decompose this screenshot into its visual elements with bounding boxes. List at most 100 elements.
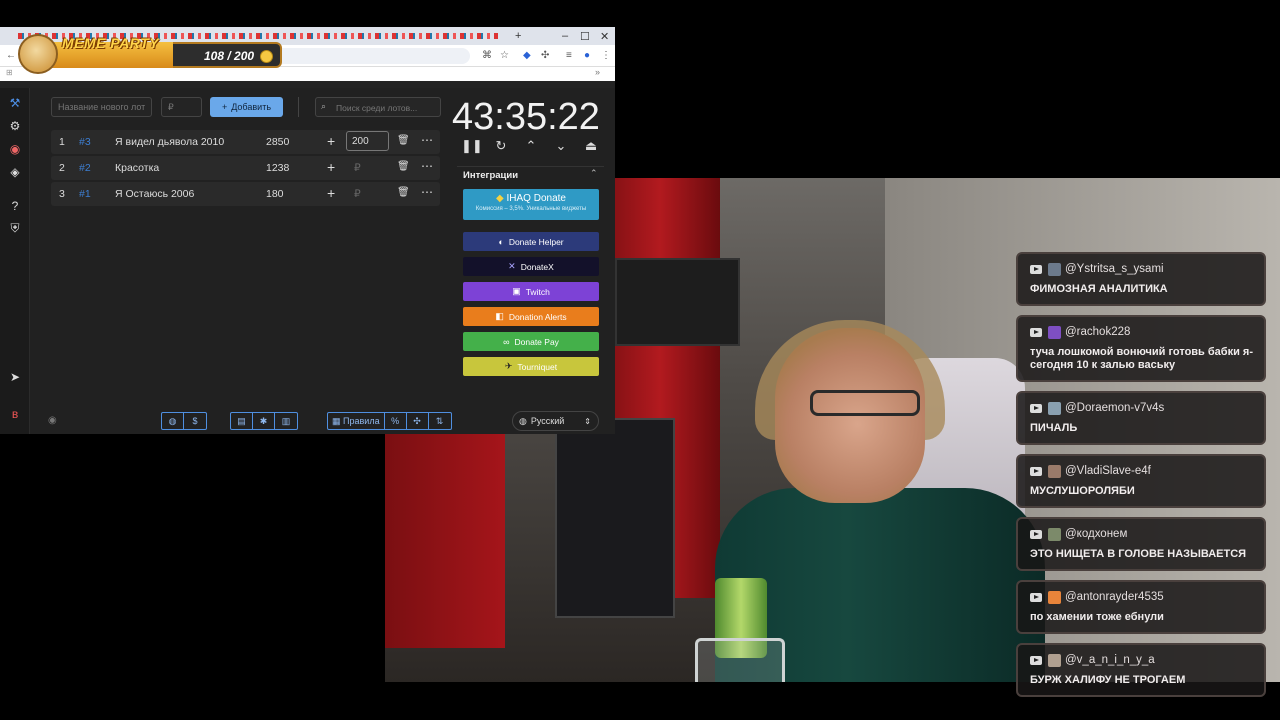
donation-alerts-button[interactable]: ◧ Donation Alerts — [463, 307, 599, 326]
more-bookmarks-icon[interactable]: » — [595, 67, 600, 77]
lot-id[interactable]: #1 — [79, 188, 91, 200]
lot-name[interactable]: Красотка — [115, 162, 159, 174]
integrations-title: Интеграции — [463, 170, 519, 181]
avatar — [1048, 262, 1061, 276]
eye-icon[interactable]: ◉ — [48, 415, 57, 426]
tourniquet-button[interactable]: ✈ Tourniquet — [463, 357, 599, 376]
lot-add-amount-input[interactable]: ₽ — [354, 188, 361, 200]
lot-id[interactable]: #2 — [79, 162, 91, 174]
chat-username: @VladiSlave-e4f — [1065, 465, 1151, 477]
trash-icon[interactable]: 🗑 — [397, 187, 410, 198]
screen: @Ystritsa_s_ysami ФИМОЗНАЯ АНАЛИТИКА @ra… — [0, 0, 1280, 720]
menu-icon[interactable]: ⋮ — [601, 50, 611, 61]
lot-name[interactable]: Я видел дьявола 2010 — [115, 136, 224, 148]
new-lot-input[interactable] — [51, 97, 152, 117]
twitch-button[interactable]: ▣ Twitch — [463, 282, 599, 301]
more-icon[interactable]: ⋯ — [421, 185, 433, 199]
streamer-glasses — [810, 390, 920, 416]
double-increase-icon[interactable]: ⏏ — [581, 138, 601, 154]
minimize-icon[interactable]: – — [562, 30, 568, 42]
media-icon[interactable]: ≡ — [566, 50, 572, 61]
rules-button[interactable]: ▦ Правила — [328, 413, 385, 429]
shield-icon[interactable]: ◆ — [523, 50, 531, 61]
more-icon[interactable]: ⋯ — [421, 159, 433, 173]
address-bar[interactable] — [270, 48, 470, 64]
wheel-icon[interactable]: ◉ — [7, 141, 23, 157]
reset-icon[interactable]: ↻ — [491, 138, 511, 154]
split-icon[interactable]: ✣ — [407, 413, 429, 429]
increase-icon[interactable]: ⌃ — [521, 138, 541, 154]
extensions-icon[interactable]: ✣ — [541, 50, 549, 61]
telegram-icon[interactable]: ➤ — [7, 369, 23, 385]
add-lot-button[interactable]: + Добавить — [210, 97, 283, 117]
avatar — [1048, 653, 1061, 667]
language-select[interactable]: ◍ Русский ⇕ — [512, 411, 599, 431]
coin-icon — [260, 50, 273, 63]
timer: 43:35:22 — [452, 96, 600, 138]
new-tab-icon[interactable]: + — [515, 30, 521, 42]
layers-icon[interactable]: ◈ — [7, 164, 23, 180]
chat-text: по хамении тоже ебнули — [1030, 611, 1164, 623]
apps-icon[interactable]: ⊞ — [6, 68, 13, 77]
chat-message: @VladiSlave-e4f МУСЛУШОРОЛЯБИ — [1016, 454, 1266, 508]
lot-search-input[interactable]: ⌕ Поиск среди лотов... — [315, 97, 441, 117]
help-icon[interactable]: ? — [7, 198, 23, 214]
lot-name[interactable]: Я Остаюсь 2006 — [115, 188, 194, 200]
translate-icon[interactable]: ⌘ — [482, 50, 492, 61]
gear-icon[interactable]: ⚙ — [7, 118, 23, 134]
lot-add-amount-input[interactable]: ₽ — [354, 162, 361, 174]
trash-icon[interactable]: 🗑 — [397, 161, 410, 172]
new-lot-amount-input[interactable] — [161, 97, 202, 117]
import-icon[interactable]: ▥ — [275, 413, 297, 429]
chat-username: @кодхонем — [1065, 528, 1128, 540]
youtube-icon — [1030, 466, 1042, 476]
globe-icon: ◍ — [519, 415, 527, 426]
red-curtain-left — [385, 418, 505, 648]
shield-check-icon[interactable]: ⛨ — [7, 220, 23, 236]
donate-helper-button[interactable]: ◐ Donate Helper — [463, 232, 599, 251]
back-icon[interactable]: ← — [6, 50, 16, 61]
brand-logo-icon[interactable]: ʙ — [7, 406, 23, 422]
pause-icon[interactable]: ❚❚ — [461, 138, 483, 154]
chat-text: ПИЧАЛЬ — [1030, 422, 1078, 434]
clipboard-icon[interactable]: ▤ — [231, 413, 253, 429]
collapse-chevron-icon[interactable]: ⌃ — [590, 168, 598, 179]
add-lot-button-label: Добавить — [231, 102, 272, 112]
donate-helper-label: Donate Helper — [508, 236, 564, 247]
decrease-icon[interactable]: ⌄ — [551, 138, 571, 154]
youtube-icon — [1030, 592, 1042, 602]
star-icon[interactable]: ☆ — [500, 50, 509, 61]
chat-overlay: @Ystritsa_s_ysami ФИМОЗНАЯ АНАЛИТИКА @ra… — [1016, 252, 1268, 706]
ihaq-donate-button[interactable]: ◆ IHAQ Donate Комиссия – 3,5%. Уникальны… — [463, 189, 599, 220]
bug-icon[interactable]: ✱ — [253, 413, 275, 429]
lot-add-amount-input[interactable]: 200 — [346, 131, 389, 151]
maximize-icon[interactable]: ☐ — [580, 30, 590, 43]
add-amount-icon[interactable]: + — [327, 159, 335, 175]
sort-icon[interactable]: ⇅ — [429, 413, 451, 429]
auction-hammer-icon[interactable]: ⚒ — [7, 95, 23, 111]
donate-pay-button[interactable]: ∞ Donate Pay — [463, 332, 599, 351]
close-icon[interactable]: ✕ — [600, 30, 609, 43]
search-placeholder: Поиск среди лотов... — [336, 103, 418, 113]
plus-icon: + — [221, 102, 228, 112]
chat-message: @antonrayder4535 по хамении тоже ебнули — [1016, 580, 1266, 634]
chat-text: туча лошкомой вонючий готовь бабки я-сег… — [1030, 346, 1253, 371]
dollar-icon[interactable]: $ — [184, 413, 206, 429]
lot-id[interactable]: #3 — [79, 136, 91, 148]
add-amount-icon[interactable]: + — [327, 133, 335, 149]
meme-party-count: 108 / 200 — [204, 49, 255, 63]
github-icon[interactable]: ◍ — [162, 413, 184, 429]
chat-message: @rachok228 туча лошкомой вонючий готовь … — [1016, 315, 1266, 382]
chat-username: @v_a_n_i_n_y_a — [1065, 654, 1155, 666]
search-icon: ⌕ — [321, 101, 327, 111]
add-amount-icon[interactable]: + — [327, 185, 335, 201]
profile-icon[interactable]: ● — [584, 50, 590, 61]
more-icon[interactable]: ⋯ — [421, 133, 433, 147]
donatex-button[interactable]: ✕ DonateX — [463, 257, 599, 276]
donation-alerts-icon: ◧ — [495, 311, 504, 321]
lot-row: 2 #2 Красотка 1238 + ₽ 🗑 ⋯ — [51, 156, 440, 180]
avatar — [1048, 325, 1061, 339]
chat-message: @Ystritsa_s_ysami ФИМОЗНАЯ АНАЛИТИКА — [1016, 252, 1266, 306]
percent-icon[interactable]: % — [385, 413, 407, 429]
trash-icon[interactable]: 🗑 — [397, 135, 410, 146]
